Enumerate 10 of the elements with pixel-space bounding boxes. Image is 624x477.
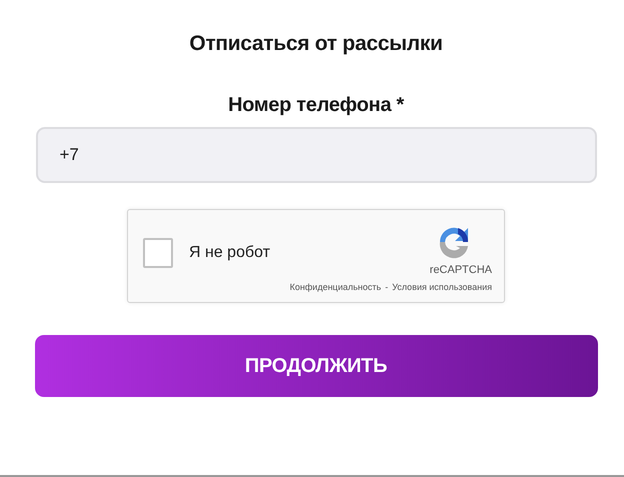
captcha-label: Я не робот <box>189 244 270 262</box>
page-title: Отписаться от рассылки <box>189 32 443 56</box>
terms-link[interactable]: Условия использования <box>392 282 492 292</box>
field-label: Номер телефона * <box>228 94 404 117</box>
privacy-link[interactable]: Конфиденциальность <box>290 282 382 292</box>
captcha-brand: reCAPTCHA <box>430 264 492 276</box>
phone-field[interactable]: +7 <box>36 127 596 183</box>
link-separator: - <box>385 282 388 292</box>
continue-button[interactable]: ПРОДОЛЖИТЬ <box>34 335 598 397</box>
captcha-checkbox[interactable] <box>143 238 173 268</box>
